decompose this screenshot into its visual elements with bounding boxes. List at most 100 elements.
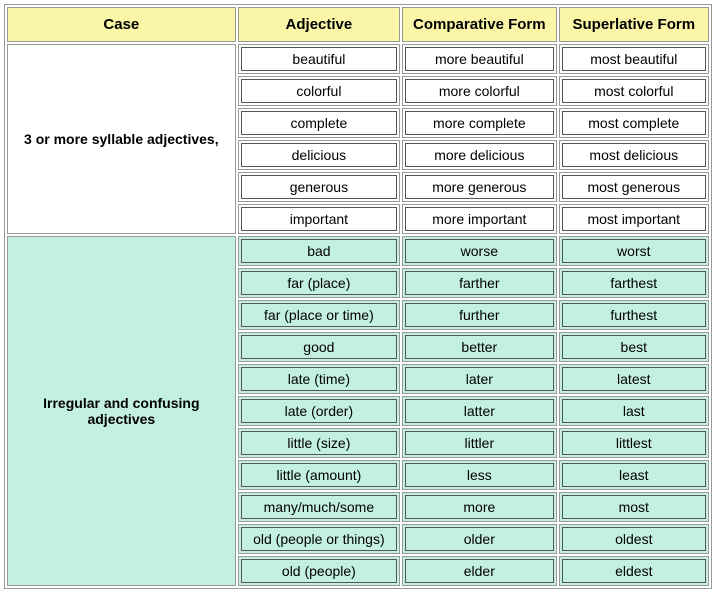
- comparative-cell: elder: [402, 556, 556, 586]
- adjective-cell: delicious: [238, 140, 400, 170]
- comparative-cell-text: worse: [405, 239, 553, 263]
- superlative-cell-text: furthest: [562, 303, 706, 327]
- superlative-cell: oldest: [559, 524, 709, 554]
- superlative-cell-text: oldest: [562, 527, 706, 551]
- comparative-cell: more generous: [402, 172, 556, 202]
- comparative-cell-text: latter: [405, 399, 553, 423]
- adjective-forms-table: Case Adjective Comparative Form Superlat…: [4, 4, 712, 589]
- comparative-cell: littler: [402, 428, 556, 458]
- adjective-cell: many/much/some: [238, 492, 400, 522]
- comparative-cell-text: more generous: [405, 175, 553, 199]
- header-adjective: Adjective: [238, 7, 400, 42]
- superlative-cell-text: littlest: [562, 431, 706, 455]
- comparative-cell-text: more: [405, 495, 553, 519]
- adjective-cell: late (time): [238, 364, 400, 394]
- comparative-cell: more colorful: [402, 76, 556, 106]
- adjective-cell-text: important: [241, 207, 397, 231]
- comparative-cell: more beautiful: [402, 44, 556, 74]
- adjective-cell: far (place or time): [238, 300, 400, 330]
- adjective-cell-text: late (order): [241, 399, 397, 423]
- superlative-cell-text: farthest: [562, 271, 706, 295]
- adjective-cell-text: little (amount): [241, 463, 397, 487]
- comparative-cell-text: older: [405, 527, 553, 551]
- adjective-cell: generous: [238, 172, 400, 202]
- superlative-cell-text: least: [562, 463, 706, 487]
- superlative-cell: most complete: [559, 108, 709, 138]
- table-row: Irregular and confusing adjectivesbadwor…: [7, 236, 709, 266]
- superlative-cell: least: [559, 460, 709, 490]
- header-comparative: Comparative Form: [402, 7, 556, 42]
- superlative-cell-text: best: [562, 335, 706, 359]
- adjective-cell-text: complete: [241, 111, 397, 135]
- superlative-cell: most delicious: [559, 140, 709, 170]
- comparative-cell-text: littler: [405, 431, 553, 455]
- superlative-cell-text: most: [562, 495, 706, 519]
- superlative-cell: latest: [559, 364, 709, 394]
- comparative-cell-text: more beautiful: [405, 47, 553, 71]
- superlative-cell: most beautiful: [559, 44, 709, 74]
- adjective-cell: old (people): [238, 556, 400, 586]
- adjective-cell: little (size): [238, 428, 400, 458]
- superlative-cell: last: [559, 396, 709, 426]
- adjective-cell-text: far (place): [241, 271, 397, 295]
- comparative-cell-text: farther: [405, 271, 553, 295]
- comparative-cell: more important: [402, 204, 556, 234]
- comparative-cell-text: more important: [405, 207, 553, 231]
- superlative-cell-text: latest: [562, 367, 706, 391]
- adjective-cell: beautiful: [238, 44, 400, 74]
- adjective-cell: complete: [238, 108, 400, 138]
- comparative-cell: more delicious: [402, 140, 556, 170]
- adjective-cell: late (order): [238, 396, 400, 426]
- comparative-cell-text: elder: [405, 559, 553, 583]
- header-row: Case Adjective Comparative Form Superlat…: [7, 7, 709, 42]
- adjective-cell-text: delicious: [241, 143, 397, 167]
- superlative-cell: most generous: [559, 172, 709, 202]
- superlative-cell-text: most important: [562, 207, 706, 231]
- comparative-cell-text: better: [405, 335, 553, 359]
- superlative-cell: most colorful: [559, 76, 709, 106]
- adjective-cell: colorful: [238, 76, 400, 106]
- superlative-cell-text: most delicious: [562, 143, 706, 167]
- superlative-cell-text: worst: [562, 239, 706, 263]
- superlative-cell: littlest: [559, 428, 709, 458]
- header-case: Case: [7, 7, 236, 42]
- case-label: 3 or more syllable adjectives,: [7, 44, 236, 234]
- comparative-cell: farther: [402, 268, 556, 298]
- comparative-cell-text: further: [405, 303, 553, 327]
- superlative-cell-text: most generous: [562, 175, 706, 199]
- superlative-cell-text: last: [562, 399, 706, 423]
- comparative-cell: more complete: [402, 108, 556, 138]
- comparative-cell: latter: [402, 396, 556, 426]
- adjective-cell-text: beautiful: [241, 47, 397, 71]
- adjective-cell-text: old (people): [241, 559, 397, 583]
- header-superlative: Superlative Form: [559, 7, 709, 42]
- comparative-cell: less: [402, 460, 556, 490]
- superlative-cell-text: most complete: [562, 111, 706, 135]
- case-label: Irregular and confusing adjectives: [7, 236, 236, 586]
- adjective-cell: old (people or things): [238, 524, 400, 554]
- comparative-cell-text: more complete: [405, 111, 553, 135]
- comparative-cell-text: later: [405, 367, 553, 391]
- superlative-cell: farthest: [559, 268, 709, 298]
- superlative-cell: most important: [559, 204, 709, 234]
- comparative-cell: worse: [402, 236, 556, 266]
- comparative-cell: better: [402, 332, 556, 362]
- adjective-cell-text: late (time): [241, 367, 397, 391]
- superlative-cell: furthest: [559, 300, 709, 330]
- adjective-cell-text: old (people or things): [241, 527, 397, 551]
- adjective-cell: good: [238, 332, 400, 362]
- superlative-cell: best: [559, 332, 709, 362]
- adjective-cell-text: far (place or time): [241, 303, 397, 327]
- adjective-cell: important: [238, 204, 400, 234]
- table-row: 3 or more syllable adjectives,beautifulm…: [7, 44, 709, 74]
- superlative-cell: most: [559, 492, 709, 522]
- superlative-cell-text: most colorful: [562, 79, 706, 103]
- adjective-cell-text: colorful: [241, 79, 397, 103]
- comparative-cell-text: less: [405, 463, 553, 487]
- adjective-cell-text: bad: [241, 239, 397, 263]
- adjective-cell-text: generous: [241, 175, 397, 199]
- comparative-cell: further: [402, 300, 556, 330]
- adjective-cell: little (amount): [238, 460, 400, 490]
- adjective-cell-text: little (size): [241, 431, 397, 455]
- superlative-cell: worst: [559, 236, 709, 266]
